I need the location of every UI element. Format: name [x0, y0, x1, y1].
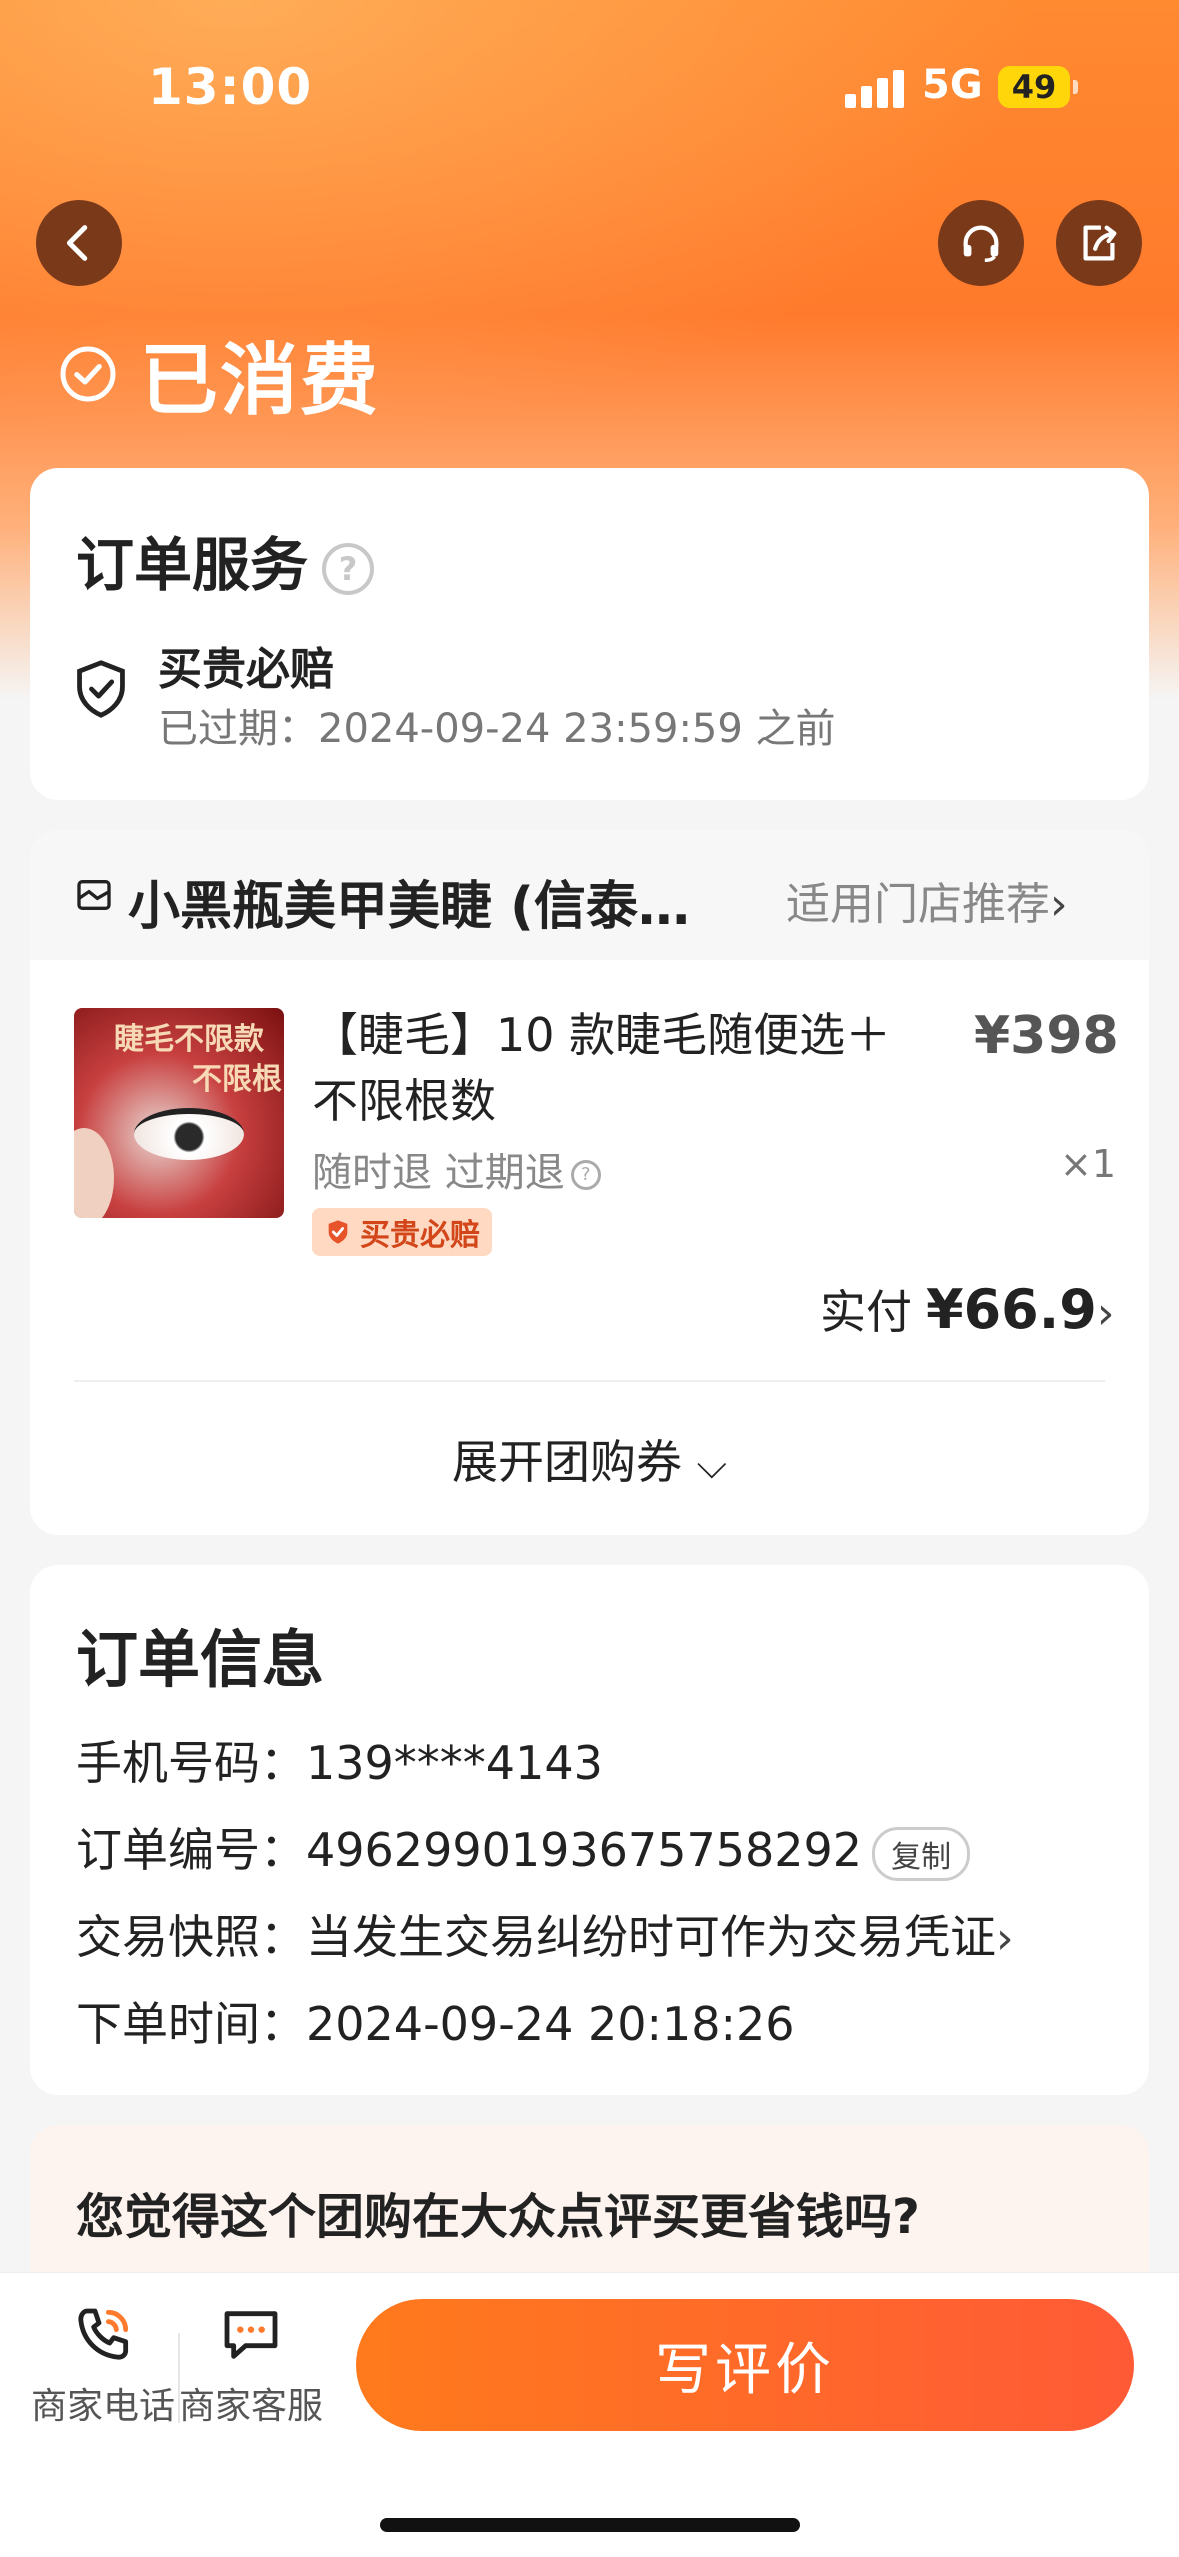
product-image-text: 睫毛不限款: [114, 1022, 264, 1057]
order-time-label: 下单时间：: [76, 1997, 306, 2051]
merchant-phone-label: 商家电话: [30, 2386, 175, 2427]
refund-policy: 随时退 过期退?: [312, 1140, 601, 1198]
snapshot-value: 当发生交易纠纷时可作为交易凭证: [306, 1910, 996, 1964]
chevron-right-icon: ›: [1050, 879, 1068, 930]
order-time-value: 2024-09-24 20:18:26: [306, 1997, 795, 2051]
product-image[interactable]: 睫毛不限款 不限根: [74, 1008, 284, 1218]
chat-icon: [224, 2311, 278, 2359]
guarantee-tag: 买贵必赔: [312, 1208, 492, 1256]
store-icon: [77, 880, 111, 910]
customer-service-button[interactable]: [938, 200, 1024, 286]
product-card: 小黑瓶美甲美睫 (信泰… 适用门店推荐› 睫毛不限款 不限根 【睫毛】10 款睫…: [30, 830, 1149, 1535]
eye-graphic: [134, 1108, 244, 1160]
product-price: ¥398: [974, 1006, 1119, 1066]
share-icon: [1083, 225, 1117, 261]
product-title[interactable]: 【睫毛】10 款睫毛随便选＋不限根数: [312, 1002, 912, 1134]
order-info-title: 订单信息: [76, 1623, 325, 1696]
divider: [74, 1380, 1105, 1382]
store-recommend-text: 适用门店推荐: [786, 879, 1050, 930]
share-button[interactable]: [1056, 200, 1142, 286]
shield-icon: [77, 660, 125, 718]
snapshot-label: 交易快照：: [76, 1910, 306, 1964]
store-name[interactable]: 小黑瓶美甲美睫 (信泰…: [128, 864, 690, 939]
phone-label: 手机号码：: [76, 1736, 306, 1790]
product-quantity: ×1: [1060, 1142, 1117, 1186]
order-service-title-text: 订单服务: [76, 531, 309, 599]
back-button[interactable]: [36, 200, 122, 286]
merchant-chat-button[interactable]: 商家客服: [176, 2303, 326, 2429]
help-icon[interactable]: ?: [322, 542, 375, 595]
chevron-down-icon: ⌵: [696, 1442, 727, 1488]
paid-amount: ¥66.9: [926, 1278, 1097, 1341]
expand-coupons-text: 展开团购券: [452, 1435, 683, 1489]
order-service-title: 订单服务?: [76, 518, 375, 602]
order-service-card: 订单服务? 买贵必赔 已过期：2024-09-24 23:59:59 之前: [30, 468, 1149, 800]
guarantee-tag-text: 买贵必赔: [360, 1218, 480, 1253]
home-indicator[interactable]: [380, 2518, 800, 2532]
phone-icon: [78, 2308, 129, 2360]
order-time-row: 下单时间：2024-09-24 20:18:26: [76, 1988, 795, 2054]
signal-icon: [845, 70, 905, 108]
chevron-left-icon: [66, 225, 88, 261]
order-number-label: 订单编号：: [76, 1823, 306, 1877]
help-icon[interactable]: ?: [570, 1160, 601, 1190]
status-time: 13:00: [148, 58, 313, 116]
chevron-right-icon: ›: [996, 1913, 1014, 1964]
headset-icon: [963, 225, 999, 262]
copy-button[interactable]: 复制: [872, 1826, 971, 1881]
product-image-text: 不限根: [192, 1062, 282, 1097]
snapshot-row[interactable]: 交易快照：当发生交易纠纷时可作为交易凭证›: [76, 1901, 1014, 1967]
phone-value: 139****4143: [306, 1736, 603, 1790]
order-number-row: 订单编号：4962990193675758292 复制: [76, 1814, 971, 1881]
refund-policy-text: 随时退 过期退: [312, 1150, 565, 1196]
order-number-value: 4962990193675758292: [306, 1823, 863, 1877]
phone-row: 手机号码：139****4143: [76, 1727, 603, 1793]
survey-card: 您觉得这个团购在大众点评买更省钱吗?: [30, 2125, 1149, 2285]
battery-icon: 49: [998, 66, 1078, 108]
check-circle-icon: [60, 346, 116, 402]
merchant-phone-button[interactable]: 商家电话: [28, 2303, 178, 2429]
chevron-right-icon: ›: [1096, 1288, 1115, 1339]
paid-amount-row[interactable]: 实付 ¥66.9›: [820, 1276, 1114, 1342]
product-image-face: [74, 1128, 114, 1218]
guarantee-title: 买贵必赔: [158, 644, 334, 695]
guarantee-expiry: 已过期：2024-09-24 23:59:59 之前: [158, 706, 836, 752]
check-badge-icon: [328, 1220, 348, 1244]
bottom-action-bar: 商家电话 商家客服 写评价: [0, 2272, 1179, 2557]
write-review-button[interactable]: 写评价: [356, 2299, 1134, 2431]
order-status: 已消费: [58, 318, 380, 430]
merchant-chat-label: 商家客服: [178, 2386, 323, 2427]
paid-label: 实付: [820, 1285, 912, 1339]
store-recommend-link[interactable]: 适用门店推荐›: [786, 868, 1068, 932]
expand-coupons-button[interactable]: 展开团购券 ⌵: [30, 1426, 1149, 1492]
network-type: 5G: [922, 62, 983, 108]
status-text: 已消费: [140, 336, 381, 426]
order-info-card: 订单信息 手机号码：139****4143 订单编号：4962990193675…: [30, 1565, 1149, 2095]
survey-question: 您觉得这个团购在大众点评买更省钱吗?: [76, 2189, 920, 2245]
